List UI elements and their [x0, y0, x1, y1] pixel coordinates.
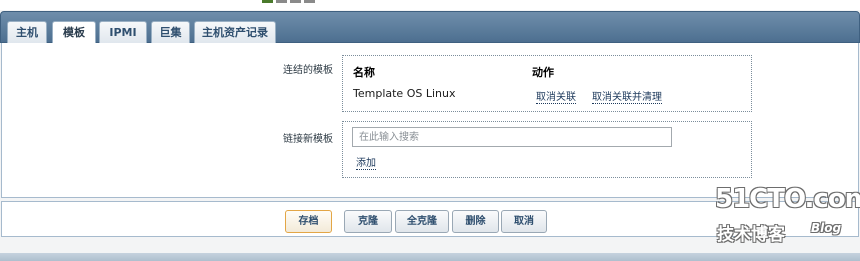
new-templates-box: 添加 [342, 121, 752, 178]
linked-templates-box: 名称 动作 Template OS Linux 取消关联 取消关联并清理 [342, 55, 752, 112]
tab-macros[interactable]: 巨集 [151, 21, 190, 44]
unlink-and-clear-link[interactable]: 取消关联并清理 [592, 88, 662, 104]
linked-template-name: Template OS Linux [353, 87, 456, 100]
top-mark [262, 0, 273, 3]
tab-ipmi[interactable]: IPMI [99, 21, 147, 44]
templates-panel: 连结的模板 名称 动作 Template OS Linux 取消关联 取消关联并… [1, 43, 859, 198]
add-template-link[interactable]: 添加 [356, 154, 376, 170]
column-name-header: 名称 [353, 66, 375, 79]
clone-button[interactable]: 克隆 [344, 210, 392, 233]
template-search-input[interactable] [352, 127, 672, 147]
link-new-templates-label: 链接新模板 [283, 134, 333, 145]
top-strip [0, 0, 860, 10]
form-button-bar: 存档 克隆 全克隆 删除 取消 [1, 201, 859, 237]
tab-hosts[interactable]: 主机 [7, 21, 47, 44]
tab-host-inventory[interactable]: 主机资产记录 [194, 21, 276, 44]
column-action-header: 动作 [532, 66, 554, 79]
top-mark [304, 0, 315, 3]
top-mark [276, 0, 287, 3]
bottom-bar [0, 253, 860, 261]
delete-button[interactable]: 删除 [452, 210, 499, 233]
tab-bar: 主机 模板 IPMI 巨集 主机资产记录 [0, 11, 860, 45]
top-mark [290, 0, 301, 3]
unlink-link[interactable]: 取消关联 [536, 88, 576, 104]
top-marks [262, 0, 315, 3]
save-button[interactable]: 存档 [285, 210, 332, 233]
cancel-button[interactable]: 取消 [501, 210, 547, 233]
linked-templates-label: 连结的模板 [283, 65, 333, 76]
full-clone-button[interactable]: 全克隆 [395, 210, 449, 233]
tab-templates[interactable]: 模板 [52, 21, 96, 45]
